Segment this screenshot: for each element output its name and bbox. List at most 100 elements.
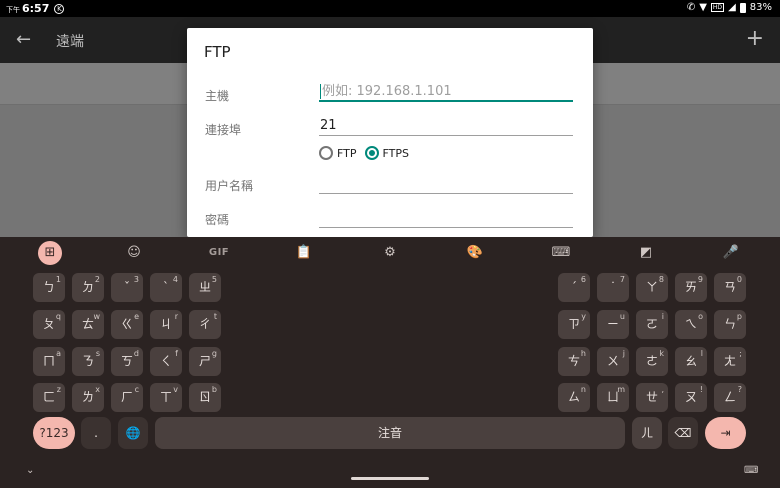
radio-ftp[interactable] xyxy=(319,146,333,160)
keyboard-layout-icon[interactable]: ⌨ xyxy=(549,241,573,265)
key-secondary-label: ! xyxy=(699,385,703,394)
host-placeholder: 例如: 192.168.1.101 xyxy=(322,84,452,99)
ftp-dialog: FTP 主機 例如: 192.168.1.101 連接埠 21 FTP FTPS… xyxy=(187,28,593,237)
key-right-r3-c3[interactable]: ㄡ! xyxy=(675,383,707,412)
key-right-r2-c4[interactable]: ㄤ; xyxy=(714,347,746,376)
radio-ftps[interactable] xyxy=(364,146,379,160)
space-key[interactable]: 注音 xyxy=(155,417,625,449)
sticker-icon[interactable]: ☺ xyxy=(122,241,146,265)
call-icon: ✆ xyxy=(686,2,696,13)
key-left-r0-c3[interactable]: ˋ4 xyxy=(150,273,182,302)
key-left-r2-c4[interactable]: ㄕg xyxy=(189,347,221,376)
key-secondary-label: r xyxy=(174,312,178,321)
key-left-r1-c4[interactable]: ㄔt xyxy=(189,310,221,339)
protocol-radio-group: FTP FTPS xyxy=(319,146,417,160)
key-left-r0-c1[interactable]: ㄉ2 xyxy=(72,273,104,302)
key-secondary-label: f xyxy=(175,349,178,358)
key-secondary-label: p xyxy=(736,312,742,321)
key-right-r2-c0[interactable]: ㄘh xyxy=(558,347,590,376)
key-left-r3-c0[interactable]: ㄈz xyxy=(33,383,65,412)
key-right-r0-c1[interactable]: ˙ 7 xyxy=(597,273,629,302)
key-right-r1-c3[interactable]: ㄟo xyxy=(675,310,707,339)
key-right-r3-c4[interactable]: ㄥ? xyxy=(714,383,746,412)
host-input[interactable]: 例如: 192.168.1.101 xyxy=(319,82,573,102)
username-label: 用户名稱 xyxy=(205,179,254,193)
key-right-r3-c1[interactable]: ㄩm xyxy=(597,383,629,412)
key-secondary-label: d xyxy=(133,349,139,358)
screenshot-icon[interactable]: ◩ xyxy=(634,241,658,265)
key-right-r3-c2[interactable]: ㄝ, xyxy=(636,383,668,412)
key-right-r0-c4[interactable]: ㄢ0 xyxy=(714,273,746,302)
key-secondary-label: ; xyxy=(739,349,742,358)
gif-icon[interactable]: GIF xyxy=(207,241,231,265)
key-secondary-label: 1 xyxy=(55,275,61,284)
enter-icon[interactable]: ⇥ xyxy=(705,417,746,449)
key-secondary-label: y xyxy=(581,312,586,321)
key-left-r2-c3[interactable]: ㄑf xyxy=(150,347,182,376)
key-right-r1-c4[interactable]: ㄣp xyxy=(714,310,746,339)
add-icon[interactable]: + xyxy=(746,26,764,51)
key-right-r2-c1[interactable]: ㄨj xyxy=(597,347,629,376)
key-right-r1-c1[interactable]: ㄧu xyxy=(597,310,629,339)
key-right-r0-c0[interactable]: ˊ6 xyxy=(558,273,590,302)
key-left-r1-c1[interactable]: ㄊw xyxy=(72,310,104,339)
back-arrow-icon[interactable]: ← xyxy=(16,29,31,50)
key-secondary-label: h xyxy=(580,349,586,358)
battery-percent: 83% xyxy=(749,2,772,13)
key-left-r0-c0[interactable]: ㄅ1 xyxy=(33,273,65,302)
navigation-handle[interactable] xyxy=(351,477,429,480)
key-secondary-label: v xyxy=(173,385,178,394)
period-key[interactable]: . xyxy=(81,417,111,449)
key-secondary-label: l xyxy=(700,349,703,358)
page-title: 遠端 xyxy=(56,34,84,50)
radio-ftp-label[interactable]: FTP xyxy=(337,147,357,160)
key-left-r3-c2[interactable]: ㄏc xyxy=(111,383,143,412)
key-right-r1-c2[interactable]: ㄛi xyxy=(636,310,668,339)
text-caret xyxy=(320,84,321,99)
key-secondary-label: o xyxy=(698,312,703,321)
key-right-r1-c0[interactable]: ㄗy xyxy=(558,310,590,339)
key-left-r2-c1[interactable]: ㄋs xyxy=(72,347,104,376)
key-left-r3-c4[interactable]: ㄖb xyxy=(189,383,221,412)
key-left-r2-c2[interactable]: ㄎd xyxy=(111,347,143,376)
radio-ftps-label[interactable]: FTPS xyxy=(383,147,409,160)
port-input[interactable]: 21 xyxy=(319,116,573,136)
password-input[interactable] xyxy=(319,208,573,228)
key-left-r2-c0[interactable]: ㄇa xyxy=(33,347,65,376)
status-bar: 下午 6:57 K ✆ ▼ HD ◢ 83% xyxy=(0,0,780,17)
key-right-r3-c0[interactable]: ㄙn xyxy=(558,383,590,412)
key-left-r1-c0[interactable]: ㄆq xyxy=(33,310,65,339)
key-left-r3-c3[interactable]: ㄒv xyxy=(150,383,182,412)
key-left-r3-c1[interactable]: ㄌx xyxy=(72,383,104,412)
key-left-r0-c4[interactable]: ㄓ5 xyxy=(189,273,221,302)
key-secondary-label: x xyxy=(95,385,100,394)
key-left-r1-c3[interactable]: ㄐr xyxy=(150,310,182,339)
key-secondary-label: g xyxy=(211,349,217,358)
key-secondary-label: j xyxy=(622,349,625,358)
username-input[interactable] xyxy=(319,174,573,194)
microphone-icon[interactable]: 🎤 xyxy=(719,241,743,265)
key-right-r2-c2[interactable]: ㄜk xyxy=(636,347,668,376)
er-key[interactable]: ㄦ xyxy=(632,417,662,449)
palette-icon[interactable]: 🎨 xyxy=(463,241,487,265)
apps-grid-icon[interactable]: ⊞ xyxy=(38,241,62,265)
key-right-r0-c3[interactable]: ㄞ9 xyxy=(675,273,707,302)
status-am-pm: 下午 xyxy=(6,6,20,14)
clipboard-icon[interactable]: 📋 xyxy=(292,241,316,265)
signal-icon: ◢ xyxy=(728,2,736,13)
key-left-r0-c2[interactable]: ˇ3 xyxy=(111,273,143,302)
key-secondary-label: 6 xyxy=(580,275,586,284)
key-right-r2-c3[interactable]: ㄠl xyxy=(675,347,707,376)
switch-keyboard-icon[interactable]: ⌨ xyxy=(744,465,758,476)
globe-icon[interactable]: 🌐 xyxy=(118,417,148,449)
battery-icon xyxy=(739,2,746,13)
key-secondary-label: b xyxy=(211,385,217,394)
key-right-r0-c2[interactable]: ㄚ8 xyxy=(636,273,668,302)
symbols-key[interactable]: ?123 xyxy=(33,417,75,449)
key-left-r1-c2[interactable]: ㄍe xyxy=(111,310,143,339)
status-time: 6:57 xyxy=(22,2,50,15)
backspace-icon[interactable]: ⌫ xyxy=(668,417,698,449)
key-secondary-label: n xyxy=(580,385,586,394)
hide-keyboard-icon[interactable]: ⌄ xyxy=(26,465,34,476)
settings-icon[interactable]: ⚙ xyxy=(378,241,402,265)
